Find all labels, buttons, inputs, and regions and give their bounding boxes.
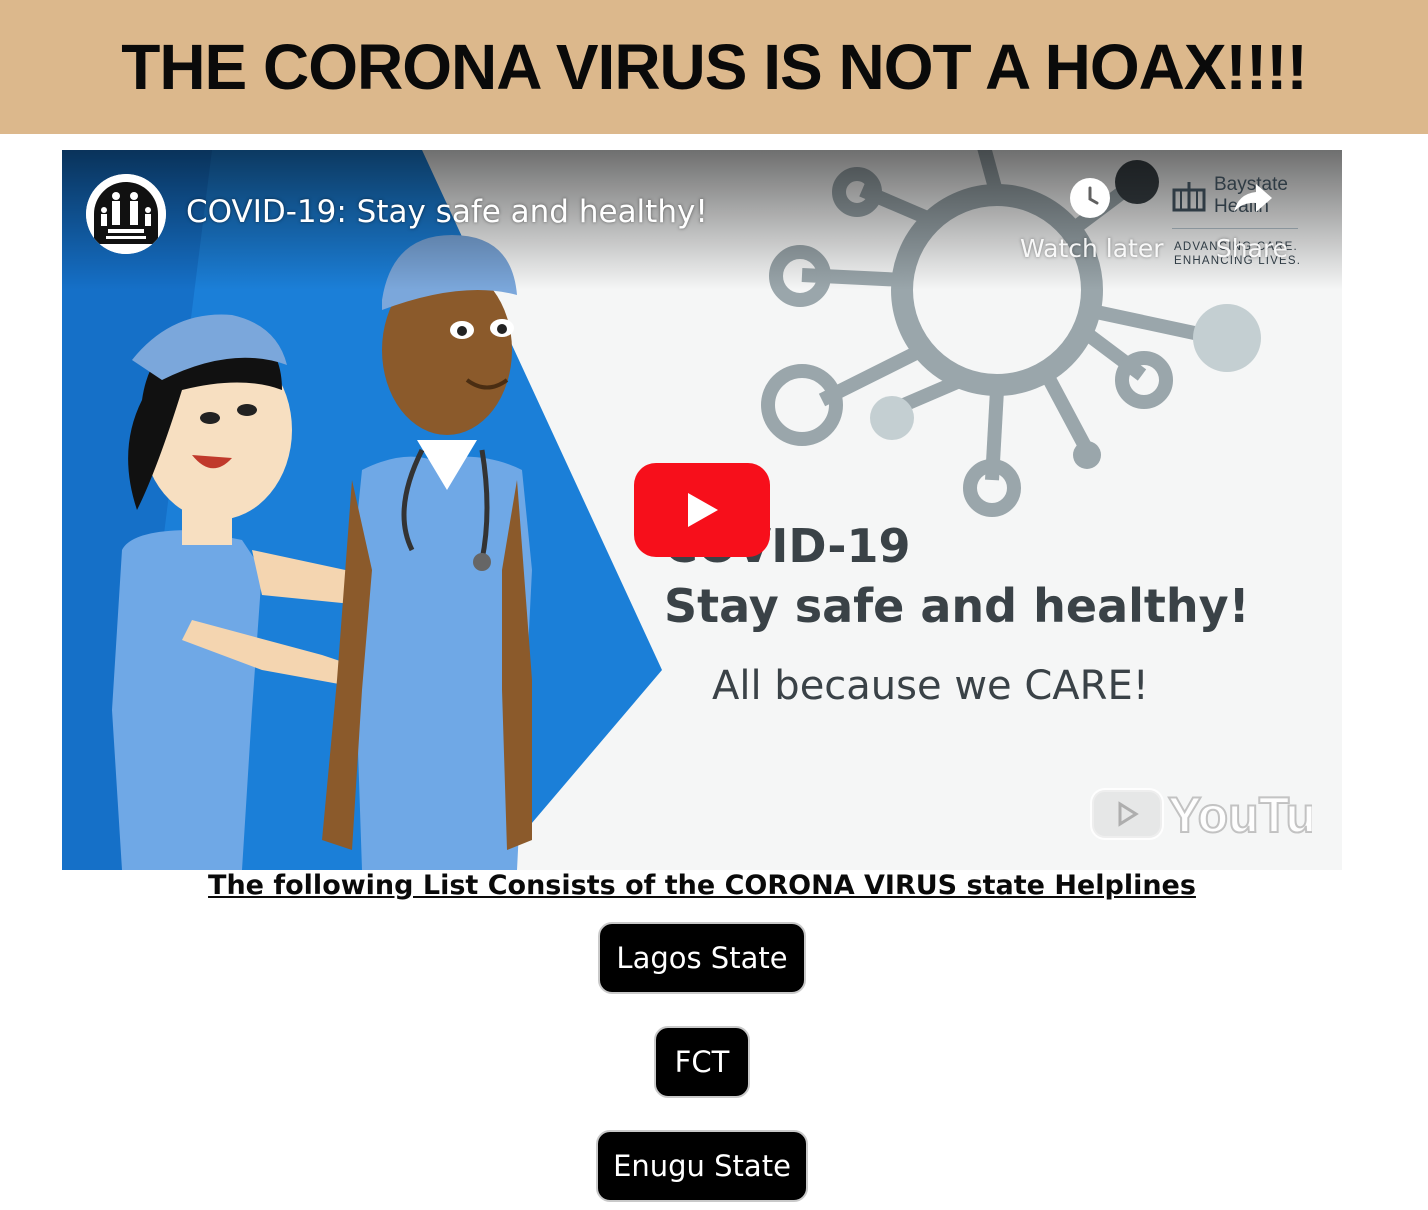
watch-later-button[interactable]: Watch later — [1020, 178, 1164, 263]
youtube-watermark[interactable]: YouTube — [1090, 786, 1342, 844]
share-label: Share — [1215, 234, 1289, 263]
share-button[interactable]: Share — [1202, 178, 1302, 263]
family-logo-icon — [86, 174, 166, 254]
page-banner: THE CORONA VIRUS IS NOT A HOAX!!!! — [0, 0, 1428, 134]
state-button-fct[interactable]: FCT — [654, 1026, 750, 1098]
slide-line-care: All because we CARE! — [712, 663, 1149, 709]
channel-avatar[interactable] — [86, 174, 166, 254]
watch-later-label: Watch later — [1020, 234, 1164, 263]
baystate-emblem-icon — [1172, 182, 1206, 212]
youtube-watermark-text: YouTube — [1168, 787, 1312, 842]
slide-line-stay-safe: Stay safe and healthy! — [664, 579, 1250, 633]
state-button-enugu[interactable]: Enugu State — [596, 1130, 808, 1202]
youtube-logo-icon: YouTube — [1090, 786, 1342, 844]
play-icon — [634, 463, 770, 557]
state-button-lagos[interactable]: Lagos State — [598, 922, 806, 994]
video-title[interactable]: COVID-19: Stay safe and healthy! — [186, 194, 708, 230]
play-button[interactable] — [634, 463, 770, 557]
clock-icon — [1070, 178, 1110, 218]
youtube-video-embed[interactable]: COVID-19: Stay safe and healthy! Baystat… — [62, 150, 1342, 870]
helplines-heading: The following List Consists of the CORON… — [208, 870, 1196, 901]
page-title: THE CORONA VIRUS IS NOT A HOAX!!!! — [121, 31, 1308, 103]
share-arrow-icon — [1202, 178, 1302, 218]
